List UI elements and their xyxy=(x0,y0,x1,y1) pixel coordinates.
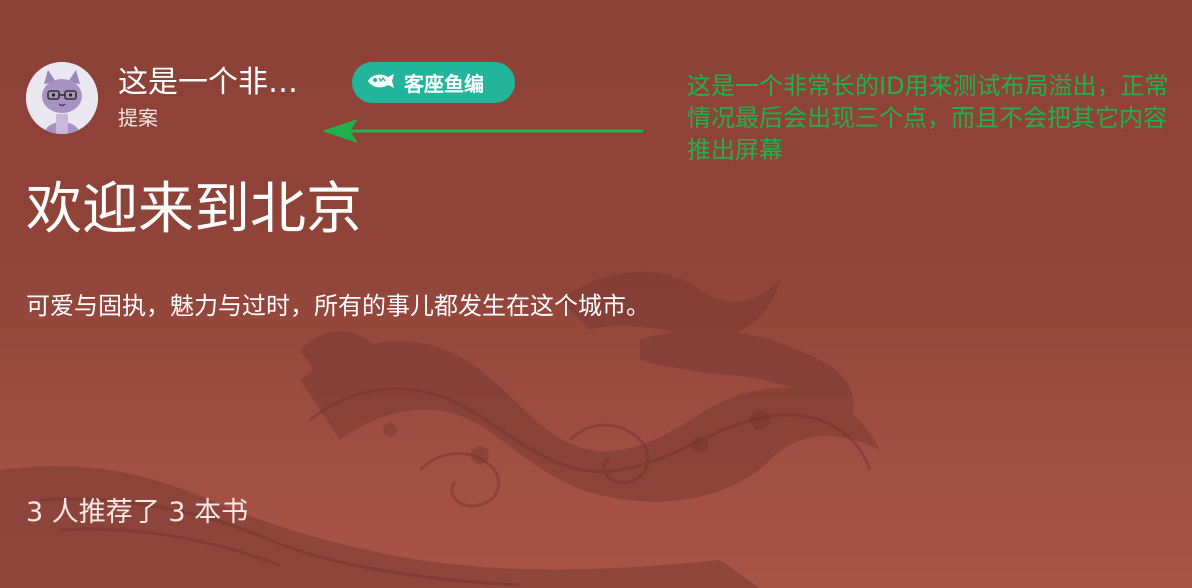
badge-label: 客座鱼编 xyxy=(404,72,484,96)
author-text: 这是一个非常长的ID用来测试布局溢出 提案 xyxy=(118,64,318,132)
recommendation-stats: 3 人推荐了 3 本书 xyxy=(26,497,249,528)
guest-editor-badge: 客座鱼编 xyxy=(352,62,515,103)
fish-icon xyxy=(366,71,396,95)
avatar[interactable] xyxy=(26,62,98,134)
page-subtitle: 可爱与固执，魅力与过时，所有的事儿都发生在这个城市。 xyxy=(26,292,650,320)
page-canvas: 这是一个非常长的ID用来测试布局溢出 提案 客座鱼编 欢迎来到北京 可爱与固执，… xyxy=(0,0,1192,588)
author-role: 提案 xyxy=(118,106,158,130)
author-name[interactable]: 这是一个非常长的ID用来测试布局溢出 xyxy=(118,64,318,102)
annotation-note: 这是一个非常长的ID用来测试布局溢出，正常情况最后会出现三个点，而且不会把其它内… xyxy=(687,72,1169,164)
author-block[interactable]: 这是一个非常长的ID用来测试布局溢出 提案 xyxy=(26,62,318,134)
cat-avatar-icon xyxy=(26,62,98,134)
arrow-left-icon xyxy=(322,119,643,143)
page-title: 欢迎来到北京 xyxy=(26,177,362,242)
